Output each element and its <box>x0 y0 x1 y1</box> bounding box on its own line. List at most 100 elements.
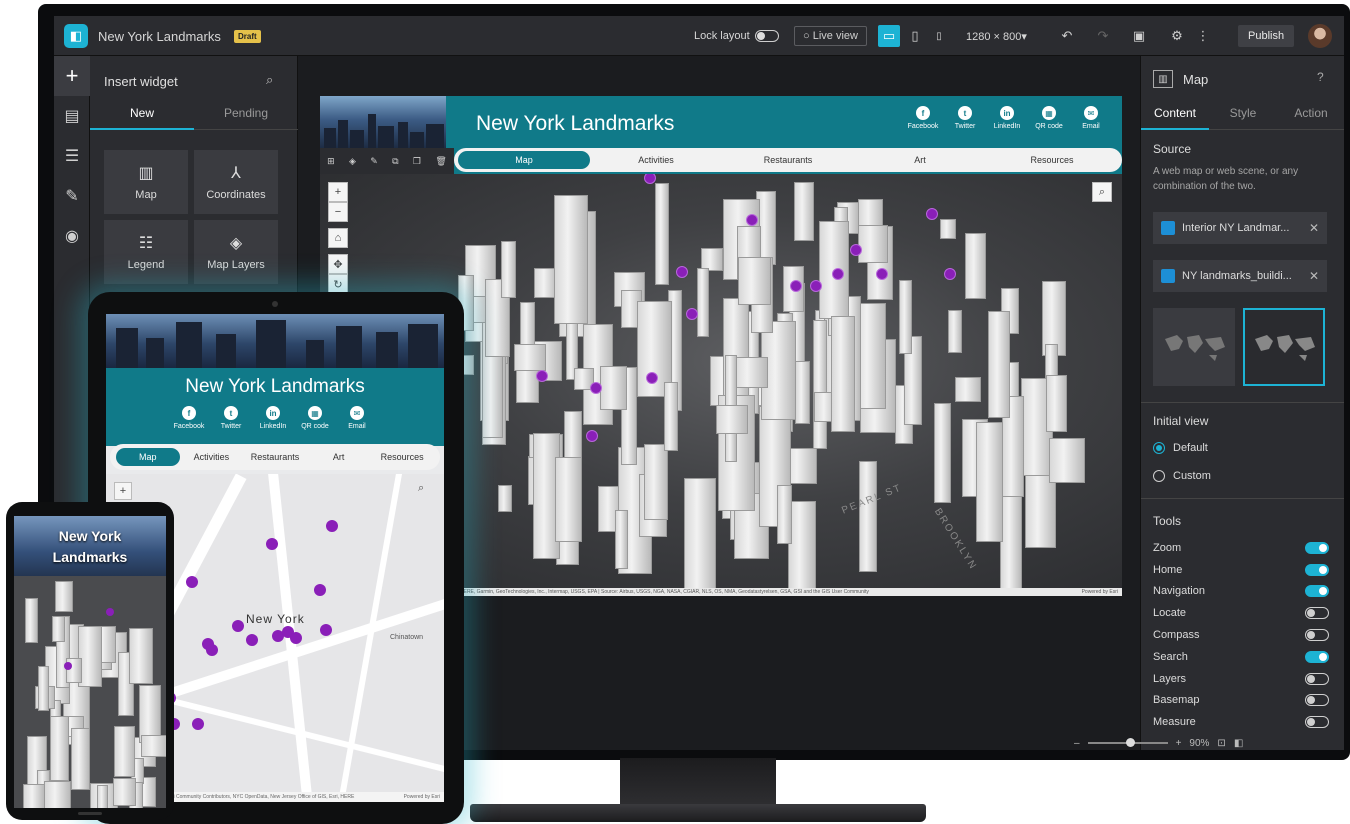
nav-resources[interactable]: Resources <box>370 448 434 466</box>
landmark-pin[interactable] <box>186 576 198 588</box>
data-source-item[interactable]: NY landmarks_buildi... ✕ <box>1153 260 1327 292</box>
landmark-pin[interactable] <box>64 662 72 670</box>
app-title[interactable]: New York Landmarks <box>98 29 221 44</box>
tab-pending[interactable]: Pending <box>194 98 298 130</box>
publish-button[interactable]: Publish <box>1238 25 1295 47</box>
landmark-pin[interactable] <box>832 268 844 280</box>
landmark-pin[interactable] <box>676 266 688 278</box>
landmark-pin[interactable] <box>586 430 598 442</box>
linkedin-link[interactable]: in LinkedIn <box>986 106 1028 130</box>
tool-toggle-search[interactable] <box>1305 650 1329 663</box>
zoom-slider-handle[interactable] <box>1125 738 1135 747</box>
landmark-pin[interactable] <box>246 634 258 646</box>
email-link[interactable]: ✉ Email <box>336 406 378 430</box>
landmark-pin[interactable] <box>106 608 114 616</box>
close-icon[interactable]: ✕ <box>1309 221 1319 235</box>
landmark-pin[interactable] <box>266 538 278 550</box>
radio-custom[interactable]: Custom <box>1153 470 1211 483</box>
wrench-icon[interactable]: ✎ <box>54 176 90 216</box>
qr-code-link[interactable]: ▦ QR code <box>294 406 336 430</box>
save-icon[interactable]: ▣ <box>1128 25 1150 47</box>
zoom-in-icon[interactable]: + <box>114 482 132 500</box>
pan-icon[interactable]: ✥ <box>328 254 348 274</box>
zoom-in-button[interactable]: + <box>1176 738 1182 749</box>
zoom-out-icon[interactable]: − <box>328 202 348 222</box>
nav-resources[interactable]: Resources <box>986 151 1118 169</box>
page-icon[interactable]: ▤ <box>54 96 90 136</box>
tool-toggle-locate[interactable] <box>1305 607 1329 620</box>
landmark-pin[interactable] <box>646 372 658 384</box>
tab-style[interactable]: Style <box>1209 98 1277 130</box>
data-icon[interactable]: ☰ <box>54 136 90 176</box>
add-widget-icon[interactable]: + <box>54 56 90 96</box>
widget-legend[interactable]: ☷ Legend <box>104 220 188 284</box>
twitter-link[interactable]: t Twitter <box>944 106 986 130</box>
undo-icon[interactable]: ↶ <box>1056 25 1078 47</box>
phone-device-icon[interactable]: ▯ <box>928 25 950 47</box>
tool-toggle-navigation[interactable] <box>1305 585 1329 598</box>
avatar[interactable] <box>1308 24 1332 48</box>
gear-icon[interactable]: ⚙ <box>1166 25 1188 47</box>
landmark-pin[interactable] <box>790 280 802 292</box>
tool-toggle-basemap[interactable] <box>1305 694 1329 707</box>
more-options-icon[interactable]: ⋮ <box>1192 25 1214 47</box>
landmark-pin[interactable] <box>590 382 602 394</box>
close-icon[interactable]: ✕ <box>1309 269 1319 283</box>
edit-icon[interactable]: ✎ <box>370 156 378 167</box>
nav-restaurants[interactable]: Restaurants <box>243 448 307 466</box>
map-search-icon[interactable]: ⌕ <box>1092 182 1112 202</box>
live-view-button[interactable]: ○ Live view <box>794 26 867 46</box>
panel-toggle-icon[interactable]: ◧ <box>1234 738 1243 749</box>
rotate-icon[interactable]: ↻ <box>328 274 348 294</box>
landmark-pin[interactable] <box>746 214 758 226</box>
nav-art[interactable]: Art <box>307 448 371 466</box>
nav-activities[interactable]: Activities <box>590 151 722 169</box>
widget-map[interactable]: ▥ Map <box>104 150 188 214</box>
search-icon[interactable]: ⌕ <box>266 72 273 88</box>
layout-icon[interactable]: ⊞ <box>327 156 335 167</box>
copy-icon[interactable]: ❐ <box>413 156 421 167</box>
nav-activities[interactable]: Activities <box>180 448 244 466</box>
map-thumbnail[interactable] <box>1153 308 1235 386</box>
zoom-in-icon[interactable]: + <box>328 182 348 202</box>
qr-code-link[interactable]: ▦ QR code <box>1028 106 1070 130</box>
landmark-pin[interactable] <box>232 620 244 632</box>
facebook-link[interactable]: f Facebook <box>902 106 944 130</box>
map-search-icon[interactable]: ⌕ <box>418 482 424 495</box>
landmark-pin[interactable] <box>926 208 938 220</box>
tool-toggle-layers[interactable] <box>1305 672 1329 685</box>
resolution-select[interactable]: 1280 × 800▾ <box>966 30 1027 43</box>
theme-palette-icon[interactable]: ◉ <box>54 216 90 256</box>
duplicate-icon[interactable]: ⧉ <box>392 156 398 167</box>
redo-icon[interactable]: ↷ <box>1092 25 1114 47</box>
landmark-pin[interactable] <box>192 718 204 730</box>
tab-action[interactable]: Action <box>1277 98 1344 130</box>
landmark-pin[interactable] <box>314 584 326 596</box>
widget-map-layers[interactable]: ◈ Map Layers <box>194 220 278 284</box>
desktop-device-icon[interactable]: ▭ <box>878 25 900 47</box>
email-link[interactable]: ✉ Email <box>1070 106 1112 130</box>
nav-art[interactable]: Art <box>854 151 986 169</box>
landmark-pin[interactable] <box>320 624 332 636</box>
lock-layout-toggle[interactable] <box>755 30 779 42</box>
landmark-pin[interactable] <box>206 644 218 656</box>
landmark-pin[interactable] <box>326 520 338 532</box>
header-skyline-image[interactable] <box>320 96 446 148</box>
tab-content[interactable]: Content <box>1141 98 1209 130</box>
nav-map[interactable]: Map <box>116 448 180 466</box>
widget-coordinates[interactable]: ⅄ Coordinates <box>194 150 278 214</box>
facebook-link[interactable]: f Facebook <box>168 406 210 430</box>
landmark-pin[interactable] <box>536 370 548 382</box>
landmark-pin[interactable] <box>944 268 956 280</box>
radio-default[interactable]: Default <box>1153 442 1208 455</box>
nav-restaurants[interactable]: Restaurants <box>722 151 854 169</box>
linkedin-link[interactable]: in LinkedIn <box>252 406 294 430</box>
tablet-device-icon[interactable]: ▯ <box>904 25 926 47</box>
delete-icon[interactable]: 🗑 <box>435 156 446 167</box>
home-icon[interactable]: ⌂ <box>328 228 348 248</box>
app-logo-icon[interactable]: ◧ <box>64 24 88 48</box>
zoom-out-button[interactable]: – <box>1074 738 1080 749</box>
twitter-link[interactable]: t Twitter <box>210 406 252 430</box>
tab-new[interactable]: New <box>90 98 194 130</box>
tool-toggle-compass[interactable] <box>1305 629 1329 642</box>
